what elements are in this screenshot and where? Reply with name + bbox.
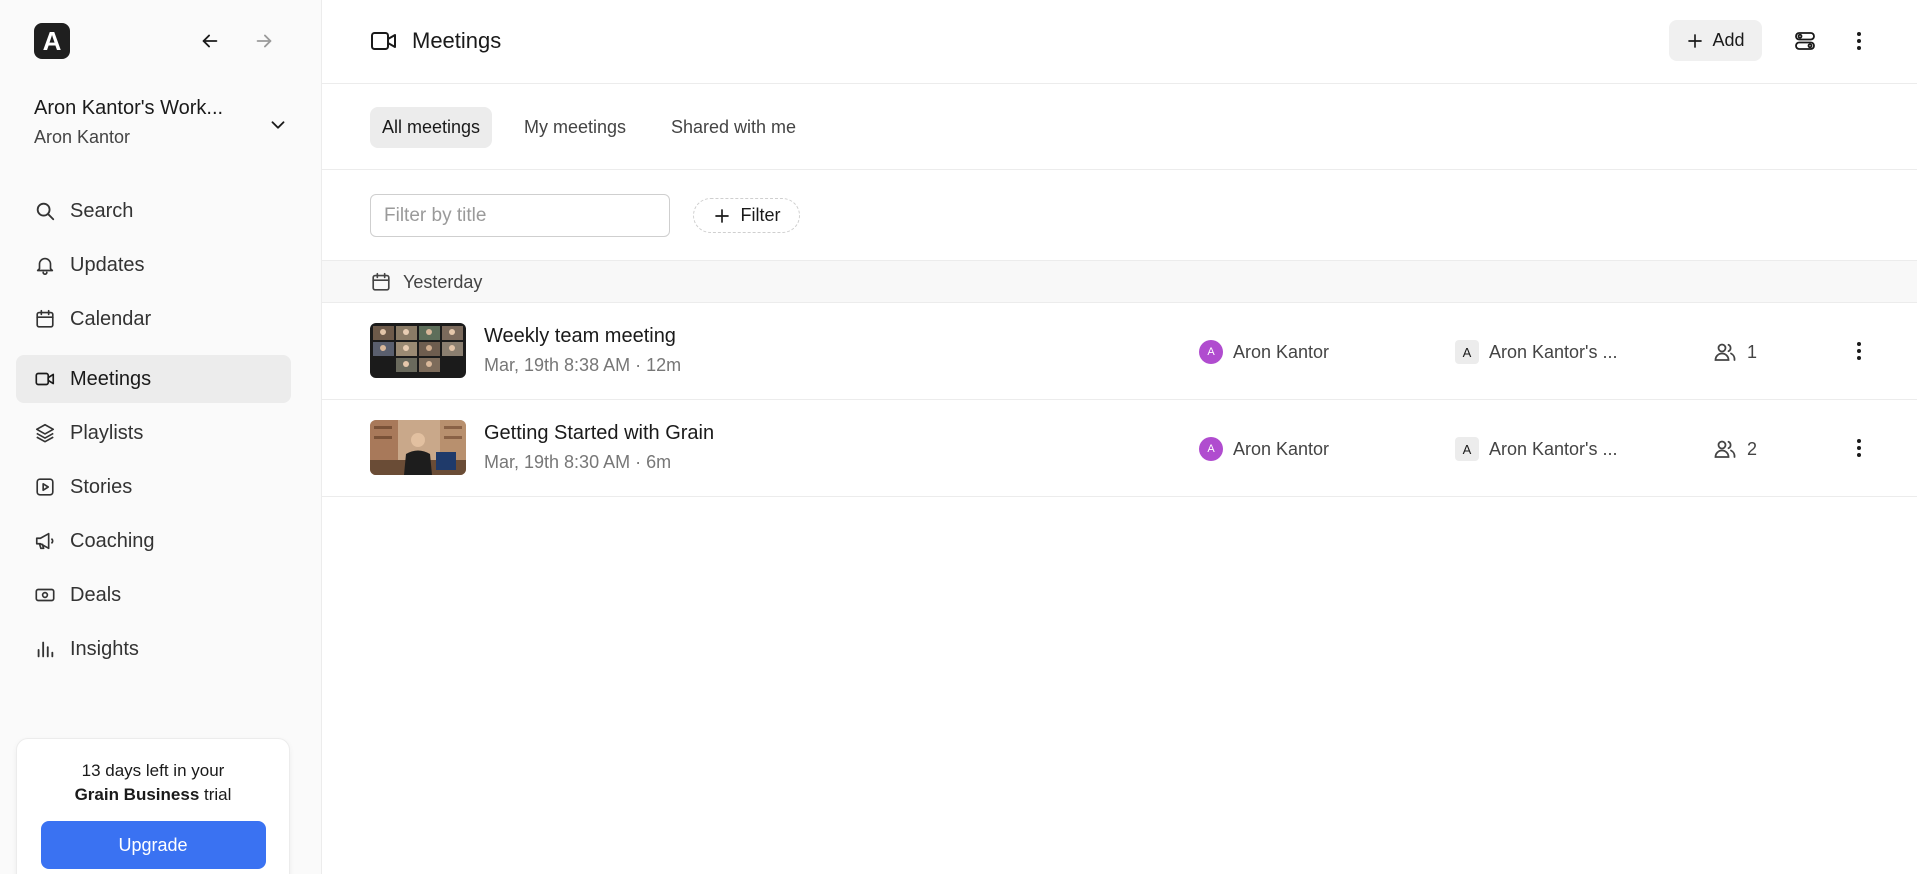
meeting-participants: 1 [1713, 340, 1757, 364]
meeting-title[interactable]: Getting Started with Grain [484, 422, 714, 445]
sidebar-item-calendar[interactable]: Calendar [16, 295, 291, 343]
layers-icon [34, 422, 56, 444]
trial-plan-line: Grain Business trial [17, 783, 289, 807]
upgrade-button[interactable]: Upgrade [40, 821, 266, 869]
more-vertical-icon[interactable] [1847, 339, 1871, 363]
meeting-thumbnail[interactable] [370, 420, 466, 475]
sidebar-item-label: Stories [70, 475, 133, 498]
sidebar-item-coaching[interactable]: Coaching [16, 517, 291, 565]
trial-card: 13 days left in your Grain Business tria… [16, 738, 290, 874]
sidebar-item-label: Playlists [70, 421, 144, 444]
filter-bar: Filter [322, 170, 1917, 261]
workspace-user: Aron Kantor [34, 127, 131, 147]
users-icon [1714, 440, 1736, 458]
filter-button-label: Filter [740, 205, 781, 225]
back-arrow-icon[interactable] [197, 28, 223, 54]
more-vertical-icon[interactable] [1847, 29, 1871, 53]
workspace-name: Aron Kantor's ... [1489, 438, 1618, 459]
video-icon [34, 368, 56, 390]
avatar: A [1199, 437, 1223, 461]
tab-my-meetings[interactable]: My meetings [512, 107, 638, 148]
page-title: Meetings [412, 28, 502, 53]
trial-days-left: 13 days left in your [81, 761, 225, 780]
search-icon [34, 200, 56, 222]
meeting-owner: A Aron Kantor [1199, 437, 1329, 461]
sidebar-item-label: Insights [70, 637, 139, 660]
owner-name: Aron Kantor [1233, 438, 1330, 459]
sidebar-nav: Search Updates Calendar Meetings Playlis… [16, 187, 291, 679]
date-group-header: Yesterday [322, 261, 1917, 303]
workspace-switcher[interactable]: Aron Kantor's Work... Aron Kantor [34, 97, 289, 148]
sidebar-item-updates[interactable]: Updates [16, 241, 291, 289]
trial-suffix: trial [204, 785, 232, 804]
meeting-title[interactable]: Weekly team meeting [484, 325, 676, 348]
meeting-row[interactable]: Getting Started with Grain Mar, 19th 8:3… [322, 400, 1917, 497]
bar-chart-icon [34, 638, 56, 660]
participant-count: 2 [1747, 438, 1758, 459]
sidebar-item-label: Meetings [70, 367, 152, 390]
sidebar: A Aron Kantor's Work... Aron Kantor Sear… [0, 0, 322, 874]
more-vertical-icon[interactable] [1847, 436, 1871, 460]
users-icon [1714, 343, 1736, 361]
filter-by-title-input[interactable] [370, 194, 670, 237]
meeting-workspace: A Aron Kantor's ... [1455, 340, 1618, 364]
meeting-row[interactable]: Weekly team meeting Mar, 19th 8:38 AM · … [322, 303, 1917, 400]
calendar-icon [34, 308, 56, 330]
participant-count: 1 [1747, 341, 1758, 362]
sidebar-item-label: Deals [70, 583, 122, 606]
add-button-label: Add [1712, 30, 1745, 50]
sidebar-item-label: Updates [70, 253, 145, 276]
filter-button[interactable]: Filter [693, 198, 800, 233]
sidebar-item-label: Coaching [70, 529, 155, 552]
workspace-badge: A [1455, 340, 1479, 364]
add-button[interactable]: Add [1669, 20, 1762, 61]
sidebar-item-label: Calendar [70, 307, 152, 330]
owner-name: Aron Kantor [1233, 341, 1330, 362]
meeting-meta: Mar, 19th 8:38 AM · 12m [484, 355, 682, 375]
video-icon [371, 32, 396, 50]
avatar: A [1199, 340, 1223, 364]
page-header: Meetings Add [322, 0, 1917, 84]
app-logo[interactable]: A [34, 23, 70, 59]
sidebar-item-search[interactable]: Search [16, 187, 291, 235]
meeting-owner: A Aron Kantor [1199, 340, 1329, 364]
sidebar-item-label: Search [70, 199, 134, 222]
workspace-badge: A [1455, 437, 1479, 461]
meeting-thumbnail[interactable] [370, 323, 466, 378]
trial-plan-name: Grain Business [74, 785, 200, 804]
calendar-icon [372, 272, 390, 291]
main-content: Meetings Add All meetings My meetings Sh… [322, 0, 1917, 874]
meeting-participants: 2 [1713, 437, 1757, 461]
workspace-name: Aron Kantor's ... [1489, 341, 1618, 362]
sidebar-item-deals[interactable]: Deals [16, 571, 291, 619]
sidebar-item-stories[interactable]: Stories [16, 463, 291, 511]
plus-icon [714, 208, 729, 223]
forward-arrow-icon[interactable] [251, 28, 277, 54]
plus-icon [1688, 33, 1703, 48]
sidebar-item-playlists[interactable]: Playlists [16, 409, 291, 457]
play-square-icon [34, 476, 56, 498]
view-settings-icon[interactable] [1793, 29, 1817, 53]
workspace-name: Aron Kantor's Work... [34, 97, 224, 119]
meeting-meta: Mar, 19th 8:30 AM · 6m [484, 452, 672, 472]
date-group-label: Yesterday [403, 272, 483, 292]
tab-all-meetings[interactable]: All meetings [370, 107, 493, 148]
app-root: A Aron Kantor's Work... Aron Kantor Sear… [0, 0, 1917, 874]
dollar-bill-icon [34, 584, 56, 606]
meeting-workspace: A Aron Kantor's ... [1455, 437, 1618, 461]
tab-shared-with-me[interactable]: Shared with me [659, 107, 808, 148]
sidebar-item-meetings[interactable]: Meetings [16, 355, 291, 403]
chevron-down-icon [271, 121, 285, 129]
bell-icon [34, 254, 56, 276]
megaphone-icon [34, 530, 56, 552]
meeting-tabs: All meetings My meetings Shared with me [322, 84, 1917, 170]
sidebar-item-insights[interactable]: Insights [16, 625, 291, 673]
